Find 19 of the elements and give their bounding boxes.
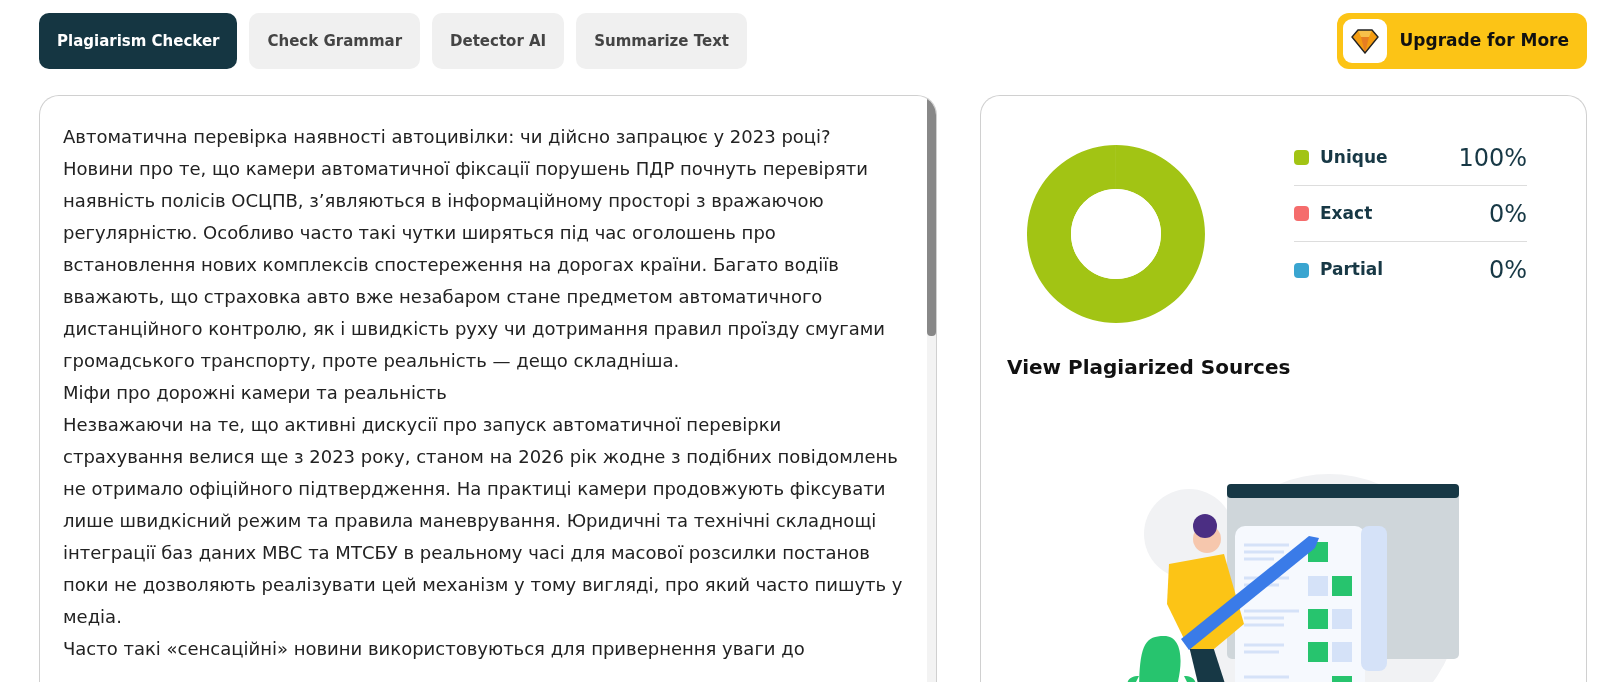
legend-label: Exact	[1320, 201, 1373, 225]
diamond-icon	[1351, 28, 1380, 54]
legend-label: Unique	[1320, 145, 1388, 169]
legend-value: 0%	[1488, 198, 1527, 230]
tab[interactable]: Summarize Text	[576, 13, 747, 69]
text-paragraph: Незважаючи на те, що активні дискусії про запуск автоматичної перевірки страхування велися ще з 2023 року, станом на 2026 рік жодне з подібних повідомлень не отримало офіційного підтвердження. На практиці камери продовжують фіксувати лише швидкісний режим та правила маневрування. Юридичні та технічні складнощі інтеграції баз даних МВС та МТСБУ в реальному часі для масової розсилки постанов поки не дозволяють реалізувати цей механізм у тому вигляді, про який часто пишуть у медіа.	[63, 413, 904, 629]
text-paragraph: Часто такі «сенсаційні» новини використовуються для привернення уваги до	[63, 637, 806, 661]
tab[interactable]: Plagiarism Checker	[39, 13, 238, 69]
legend-label: Partial	[1320, 258, 1384, 282]
text-paragraph: Новини про те, що камери автоматичної фіксації порушень ПДР почнуть перевіряти наявність полісів ОСЦПВ, з’являються в інформаційному просторі з вражаючою регулярністю. Особливо часто такі чутки ширяться під час оголошень про встановлення нових комплексів спостереження на дорогах країни. Багато водіїв вважають, що страховка авто вже незабаром стане предметом автоматичного дистанційного контролю, як і швидкість руху чи дотримання правил проїзду смугами громадського транспорту, проте реальність — дещо складніша.	[63, 157, 887, 373]
text-paragraph: Міфи про дорожні камери та реальність	[63, 381, 448, 405]
legend-value: 100%	[1458, 142, 1527, 174]
upgrade-button[interactable]: Upgrade for More	[1337, 13, 1587, 69]
section-heading: View Plagiarized Sources	[1007, 354, 1292, 381]
legend-value: 0%	[1488, 255, 1527, 286]
tab[interactable]: Detector AI	[432, 13, 565, 69]
text-paragraph: Автоматична перевірка наявності автоцивілки: чи дійсно запрацює у 2023 році?	[63, 125, 832, 149]
text-editor[interactable]	[39, 95, 937, 682]
tab[interactable]: Check Grammar	[249, 13, 421, 69]
